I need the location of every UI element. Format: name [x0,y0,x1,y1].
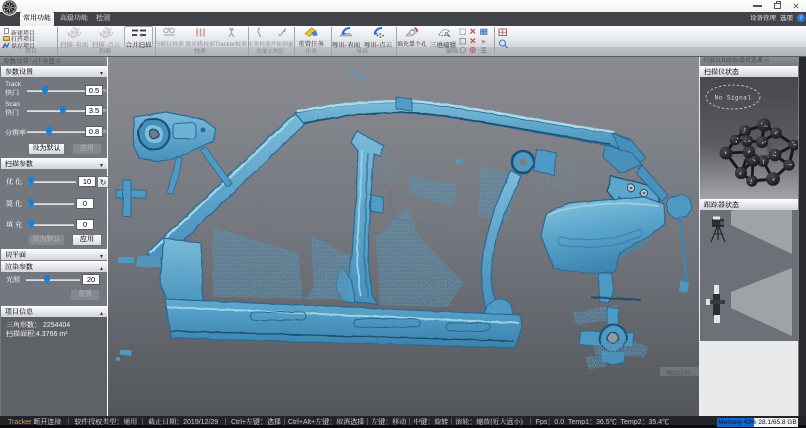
svg-text:No Signal: No Signal [715,95,752,102]
svg-text:缩放比例: 缩放比例 [666,369,690,377]
